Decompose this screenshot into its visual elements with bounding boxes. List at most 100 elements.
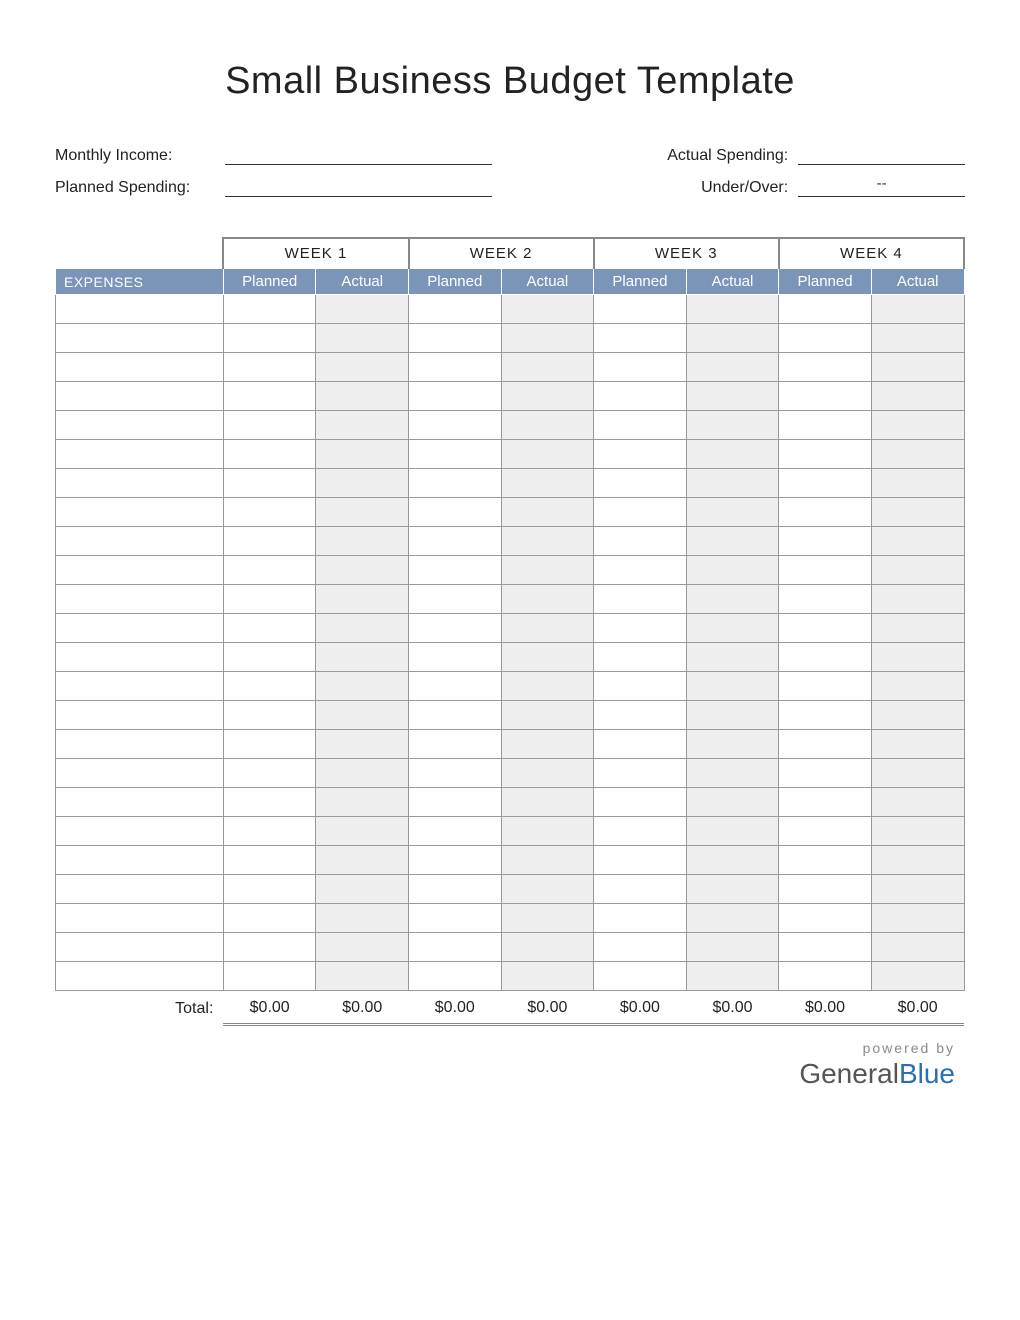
expense-cell[interactable] (56, 614, 224, 643)
actual-cell[interactable] (316, 846, 409, 875)
actual-cell[interactable] (686, 875, 779, 904)
actual-cell[interactable] (686, 933, 779, 962)
actual-cell[interactable] (686, 382, 779, 411)
actual-cell[interactable] (686, 324, 779, 353)
planned-cell[interactable] (779, 411, 872, 440)
actual-cell[interactable] (501, 643, 594, 672)
actual-cell[interactable] (871, 933, 964, 962)
actual-cell[interactable] (686, 295, 779, 324)
planned-cell[interactable] (779, 353, 872, 382)
actual-cell[interactable] (501, 701, 594, 730)
actual-cell[interactable] (501, 788, 594, 817)
planned-cell[interactable] (223, 759, 316, 788)
planned-cell[interactable] (223, 701, 316, 730)
planned-cell[interactable] (223, 353, 316, 382)
expense-cell[interactable] (56, 353, 224, 382)
planned-cell[interactable] (779, 962, 872, 991)
planned-cell[interactable] (409, 498, 502, 527)
expense-cell[interactable] (56, 411, 224, 440)
actual-cell[interactable] (316, 440, 409, 469)
planned-cell[interactable] (594, 643, 687, 672)
planned-cell[interactable] (409, 353, 502, 382)
planned-cell[interactable] (223, 324, 316, 353)
actual-cell[interactable] (686, 846, 779, 875)
planned-cell[interactable] (779, 527, 872, 556)
planned-cell[interactable] (594, 382, 687, 411)
planned-cell[interactable] (594, 411, 687, 440)
planned-cell[interactable] (594, 469, 687, 498)
monthly-income-field[interactable] (225, 143, 492, 165)
planned-cell[interactable] (223, 730, 316, 759)
planned-cell[interactable] (594, 846, 687, 875)
planned-cell[interactable] (594, 614, 687, 643)
actual-cell[interactable] (501, 585, 594, 614)
expense-cell[interactable] (56, 875, 224, 904)
planned-cell[interactable] (409, 295, 502, 324)
planned-cell[interactable] (594, 527, 687, 556)
actual-cell[interactable] (501, 933, 594, 962)
planned-cell[interactable] (594, 353, 687, 382)
actual-cell[interactable] (316, 295, 409, 324)
actual-cell[interactable] (316, 904, 409, 933)
actual-cell[interactable] (316, 643, 409, 672)
actual-cell[interactable] (501, 759, 594, 788)
actual-cell[interactable] (501, 411, 594, 440)
actual-cell[interactable] (501, 498, 594, 527)
planned-cell[interactable] (223, 614, 316, 643)
actual-cell[interactable] (501, 672, 594, 701)
actual-cell[interactable] (501, 353, 594, 382)
actual-cell[interactable] (686, 614, 779, 643)
planned-cell[interactable] (779, 498, 872, 527)
actual-cell[interactable] (316, 672, 409, 701)
actual-cell[interactable] (871, 904, 964, 933)
actual-cell[interactable] (501, 295, 594, 324)
actual-cell[interactable] (871, 411, 964, 440)
planned-cell[interactable] (594, 585, 687, 614)
planned-cell[interactable] (594, 498, 687, 527)
actual-cell[interactable] (686, 585, 779, 614)
planned-cell[interactable] (409, 730, 502, 759)
actual-cell[interactable] (871, 440, 964, 469)
planned-cell[interactable] (409, 962, 502, 991)
planned-cell[interactable] (409, 382, 502, 411)
actual-cell[interactable] (686, 556, 779, 585)
expense-cell[interactable] (56, 469, 224, 498)
actual-cell[interactable] (501, 846, 594, 875)
planned-cell[interactable] (594, 904, 687, 933)
planned-cell[interactable] (594, 556, 687, 585)
planned-cell[interactable] (409, 904, 502, 933)
actual-cell[interactable] (871, 875, 964, 904)
planned-cell[interactable] (409, 788, 502, 817)
actual-cell[interactable] (501, 556, 594, 585)
expense-cell[interactable] (56, 527, 224, 556)
expense-cell[interactable] (56, 324, 224, 353)
planned-cell[interactable] (594, 933, 687, 962)
actual-cell[interactable] (686, 788, 779, 817)
planned-spending-field[interactable] (225, 175, 492, 197)
planned-cell[interactable] (409, 672, 502, 701)
planned-cell[interactable] (779, 295, 872, 324)
expense-cell[interactable] (56, 672, 224, 701)
actual-cell[interactable] (316, 788, 409, 817)
expense-cell[interactable] (56, 846, 224, 875)
actual-cell[interactable] (871, 382, 964, 411)
planned-cell[interactable] (779, 382, 872, 411)
planned-cell[interactable] (409, 440, 502, 469)
actual-cell[interactable] (871, 295, 964, 324)
actual-cell[interactable] (316, 614, 409, 643)
planned-cell[interactable] (594, 440, 687, 469)
planned-cell[interactable] (223, 672, 316, 701)
actual-cell[interactable] (686, 353, 779, 382)
expense-cell[interactable] (56, 759, 224, 788)
actual-cell[interactable] (316, 556, 409, 585)
actual-cell[interactable] (316, 875, 409, 904)
actual-cell[interactable] (871, 469, 964, 498)
planned-cell[interactable] (409, 469, 502, 498)
expense-cell[interactable] (56, 904, 224, 933)
planned-cell[interactable] (594, 759, 687, 788)
planned-cell[interactable] (409, 411, 502, 440)
planned-cell[interactable] (594, 788, 687, 817)
planned-cell[interactable] (223, 585, 316, 614)
actual-cell[interactable] (686, 440, 779, 469)
actual-cell[interactable] (501, 324, 594, 353)
